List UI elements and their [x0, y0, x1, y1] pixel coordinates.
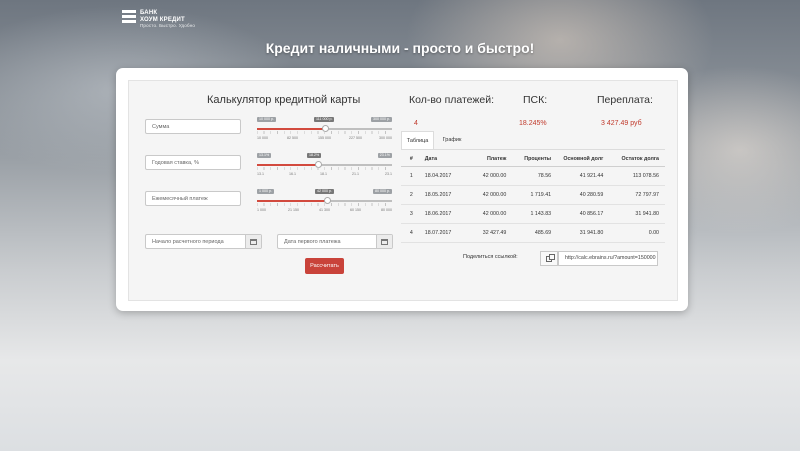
payment-tick-4: 80 000	[381, 208, 392, 212]
cell: 113 078.56	[603, 166, 665, 186]
table-row: 4 18.07.2017 32 427.49 485.69 31 941.80 …	[401, 223, 665, 243]
cell: 3	[401, 204, 422, 224]
amount-tick-3: 227 500	[349, 136, 362, 140]
period-start-input[interactable]: Начало расчетного периода	[145, 234, 262, 249]
cell: 40 856.17	[551, 204, 604, 224]
cell: 72 797.97	[603, 185, 665, 205]
payments-count-value: 4	[414, 120, 418, 127]
payment-min-tag: 1 000 р.	[257, 189, 274, 194]
payment-tick-1: 21 150	[288, 208, 299, 212]
psk-value: 18.245%	[519, 120, 547, 127]
calculator-title: Калькулятор кредитной карты	[207, 94, 361, 106]
cell: 78.56	[506, 166, 552, 186]
amount-tick-2: 155 000	[318, 136, 331, 140]
rate-input[interactable]: Годовая ставка, %	[145, 155, 241, 170]
rate-tick-3: 21.1	[352, 172, 359, 176]
col-number: #	[401, 152, 422, 167]
calendar-icon	[381, 238, 388, 245]
cell: 18.05.2017	[421, 185, 464, 205]
cell: 4	[401, 223, 422, 243]
amount-input[interactable]: Сумма	[145, 119, 241, 134]
rate-tick-4: 23.1	[385, 172, 392, 176]
payment-slider[interactable]: 1 000 р. 42 000 р. 80 000 р. 1 000 21 15…	[257, 189, 392, 219]
share-url-field[interactable]: http://calc.ebrains.ru/?amount=150000	[558, 251, 658, 266]
amount-fill	[257, 128, 325, 130]
rate-min-tag: 13.1%	[257, 153, 272, 158]
cell: 0.00	[603, 223, 665, 243]
cell: 40 280.59	[551, 185, 604, 205]
cell: 18.06.2017	[421, 204, 464, 224]
col-payment: Платеж	[463, 152, 507, 167]
cell: 42 000.00	[463, 166, 507, 186]
col-interest: Проценты	[506, 152, 552, 167]
rate-fill	[257, 164, 318, 166]
amount-tick-1: 82 500	[287, 136, 298, 140]
amount-min-tag: 10 000 р.	[257, 117, 276, 122]
amount-slider[interactable]: 10 000 р. 111 000 р. 300 000 р. 10 000 8…	[257, 117, 392, 147]
overpay-title: Переплата:	[597, 94, 653, 106]
copy-link-button[interactable]	[540, 251, 558, 266]
payment-current-tag: 42 000 р.	[315, 189, 334, 194]
amount-max-tag: 300 000 р.	[371, 117, 392, 122]
col-balance: Остаток долга	[603, 152, 665, 167]
payment-tick-3: 60 150	[350, 208, 361, 212]
cell: 31 941.80	[551, 223, 604, 243]
amount-tick-4: 300 000	[379, 136, 392, 140]
cell: 1 719.41	[506, 185, 552, 205]
payment-schedule-table: # Дата Платеж Проценты Основной долг Ост…	[401, 152, 665, 243]
calendar-icon	[250, 238, 257, 245]
overpay-value: 3 427.49 руб	[601, 120, 642, 127]
rate-tick-2: 18.1	[320, 172, 327, 176]
copy-icon	[546, 253, 555, 262]
table-header-row: # Дата Платеж Проценты Основной долг Ост…	[401, 152, 665, 167]
first-payment-calendar-button[interactable]	[376, 235, 392, 248]
rate-current-tag: 18.2%	[307, 153, 322, 158]
amount-current-tag: 111 000 р.	[314, 117, 335, 122]
rate-slider[interactable]: 13.1% 18.2% 23.1% 13.1 16.1 18.1 21.1 23…	[257, 153, 392, 183]
first-payment-input[interactable]: Дата первого платежа	[277, 234, 393, 249]
page-headline: Кредит наличными - просто и быстро!	[265, 40, 535, 56]
period-start-placeholder: Начало расчетного периода	[152, 239, 224, 245]
amount-tick-0: 10 000	[257, 136, 268, 140]
cell: 31 941.80	[603, 204, 665, 224]
col-principal: Основной долг	[551, 152, 604, 167]
cell: 18.07.2017	[421, 223, 464, 243]
cell: 1 143.83	[506, 204, 552, 224]
cell: 42 000.00	[463, 185, 507, 205]
table-row: 1 18.04.2017 42 000.00 78.56 41 921.44 1…	[401, 166, 665, 186]
payment-tick-0: 1 000	[257, 208, 266, 212]
rate-max-tag: 23.1%	[377, 153, 392, 158]
cell: 1	[401, 166, 422, 186]
cell: 41 921.44	[551, 166, 604, 186]
period-start-calendar-button[interactable]	[245, 235, 261, 248]
cell: 485.69	[506, 223, 552, 243]
tab-chart[interactable]: График	[437, 131, 467, 149]
payments-count-title: Кол-во платежей:	[409, 94, 495, 106]
logo-mark-icon	[122, 10, 136, 24]
payment-tick-2: 41 300	[319, 208, 330, 212]
calculate-button[interactable]: Рассчитать	[305, 258, 344, 274]
rate-tick-0: 13.1	[257, 172, 264, 176]
cell: 32 427.49	[463, 223, 507, 243]
table-row: 3 18.06.2017 42 000.00 1 143.83 40 856.1…	[401, 204, 665, 224]
cell: 42 000.00	[463, 204, 507, 224]
table-row: 2 18.05.2017 42 000.00 1 719.41 40 280.5…	[401, 185, 665, 205]
payment-fill	[257, 200, 328, 202]
cell: 2	[401, 185, 422, 205]
tab-table[interactable]: Таблица	[401, 131, 434, 149]
payment-input[interactable]: Ежемесячный платеж	[145, 191, 241, 206]
brand-tagline: Просто. Быстро. Удобно	[140, 23, 196, 28]
payment-max-tag: 80 000 р.	[373, 189, 392, 194]
cell: 18.04.2017	[421, 166, 464, 186]
psk-title: ПСК:	[523, 94, 548, 106]
rate-tick-1: 16.1	[289, 172, 296, 176]
first-payment-placeholder: Дата первого платежа	[284, 239, 341, 245]
bank-logo[interactable]: БАНК ХОУМ КРЕДИТ Просто. Быстро. Удобно	[122, 10, 195, 30]
share-label: Поделиться ссылкой:	[463, 254, 518, 260]
col-date: Дата	[421, 152, 464, 167]
